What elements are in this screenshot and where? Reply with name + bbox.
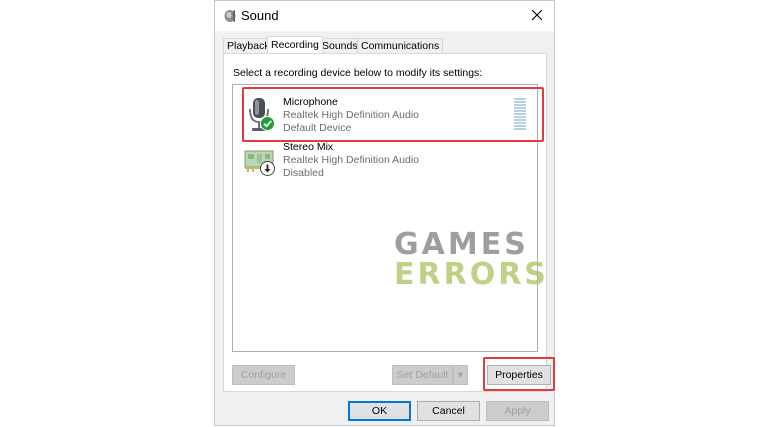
window-title: Sound bbox=[241, 8, 279, 23]
apply-button[interactable]: Apply bbox=[486, 401, 549, 421]
configure-button[interactable]: Configure bbox=[232, 365, 295, 385]
recording-panel: Select a recording device below to modif… bbox=[223, 53, 555, 392]
watermark-line-2: ERRORS bbox=[394, 257, 549, 292]
sound-dialog: Sound Playback Recording Sounds Communic… bbox=[214, 0, 555, 426]
set-default-dropdown[interactable]: ▾ bbox=[453, 365, 468, 385]
ok-button[interactable]: OK bbox=[348, 401, 411, 421]
device-name: Stereo Mix bbox=[283, 141, 334, 153]
set-default-button[interactable]: Set Default bbox=[392, 365, 453, 385]
highlight-box bbox=[242, 87, 544, 142]
chevron-down-icon: ▾ bbox=[457, 369, 464, 381]
close-button[interactable] bbox=[520, 1, 554, 31]
highlight-box bbox=[483, 357, 555, 391]
device-stereo-mix[interactable]: Stereo Mix Realtek High Definition Audio… bbox=[236, 139, 534, 187]
tab-sounds[interactable]: Sounds bbox=[318, 38, 362, 53]
device-driver: Realtek High Definition Audio bbox=[283, 154, 419, 166]
watermark-line-1: GAMES bbox=[394, 227, 529, 262]
title-bar[interactable]: Sound bbox=[215, 1, 554, 31]
cancel-button[interactable]: Cancel bbox=[417, 401, 480, 421]
close-icon bbox=[531, 9, 543, 21]
disabled-arrow-icon bbox=[260, 161, 275, 179]
watermark-logo: GAMES ERRORS bbox=[394, 227, 549, 292]
speaker-icon bbox=[223, 9, 237, 23]
tab-recording[interactable]: Recording bbox=[267, 36, 323, 53]
tab-communications[interactable]: Communications bbox=[357, 38, 444, 53]
device-status: Disabled bbox=[283, 167, 324, 179]
instruction-text: Select a recording device below to modif… bbox=[233, 67, 483, 79]
